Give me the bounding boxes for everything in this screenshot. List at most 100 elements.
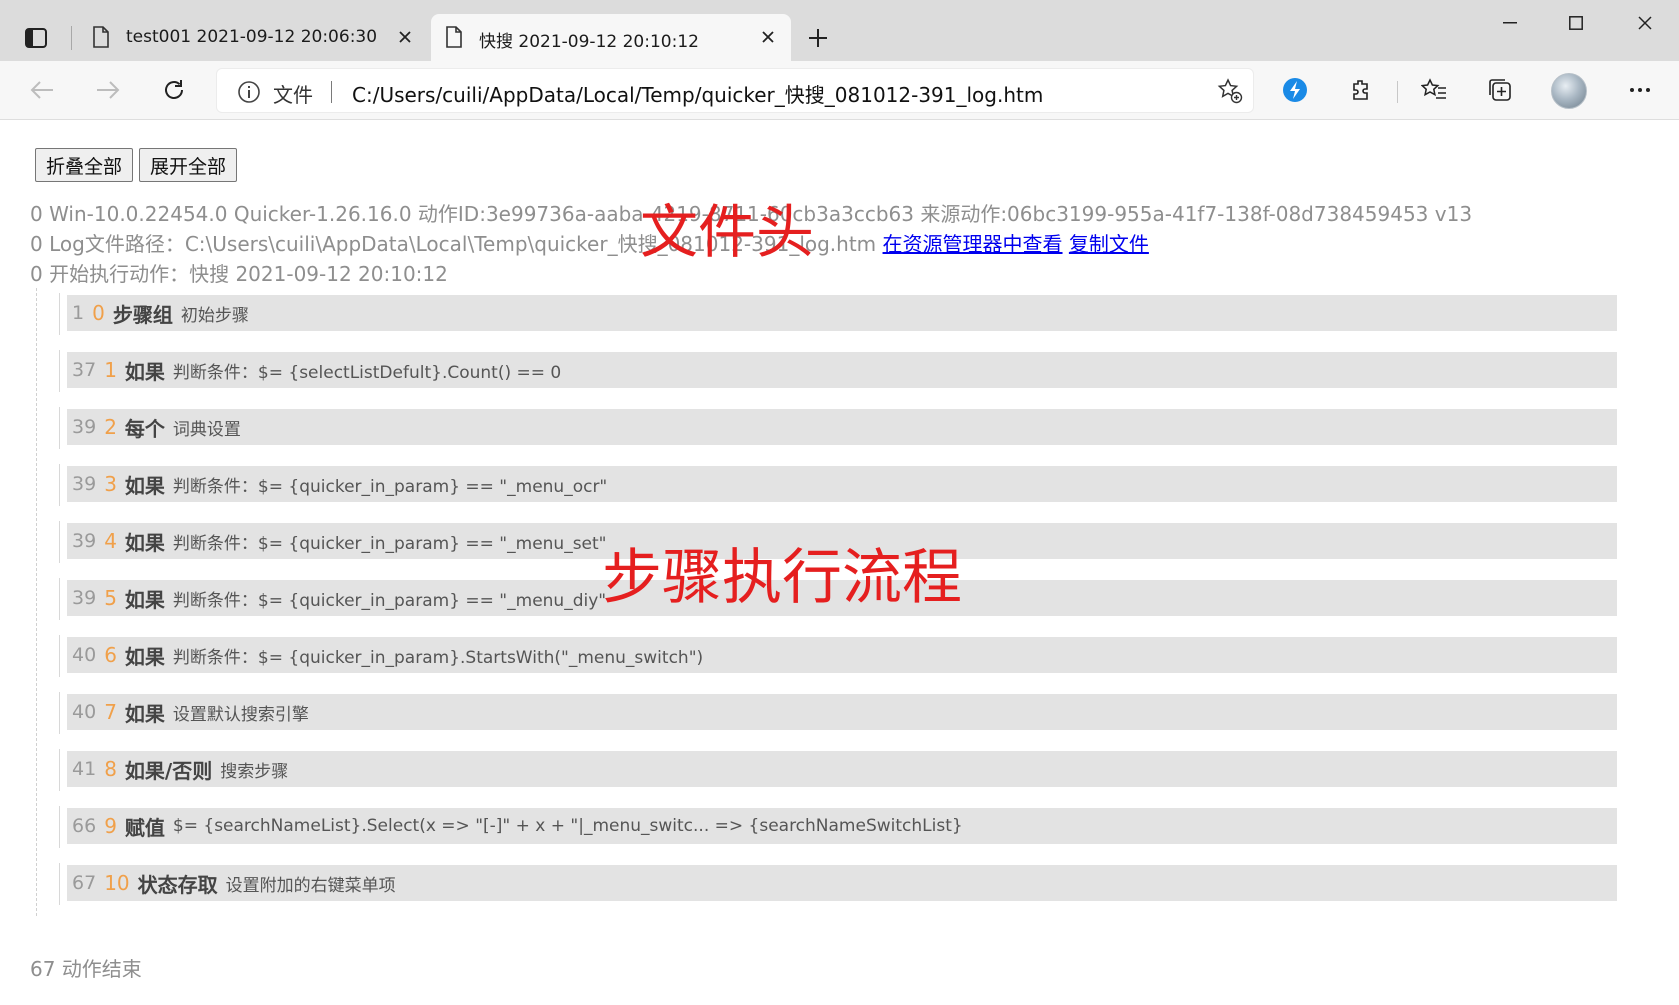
- tab-separator: [71, 26, 72, 50]
- tab-test001[interactable]: test001 2021-09-12 20:06:30: [78, 14, 428, 61]
- back-icon[interactable]: [22, 70, 62, 110]
- step-bar[interactable]: 39 3 如果 判断条件：$= {quicker_in_param} == "_men…: [67, 466, 1617, 502]
- step-index: 1: [104, 358, 117, 382]
- step-bar[interactable]: 67 10 状态存取 设置附加的右键菜单项: [67, 865, 1617, 901]
- step-item[interactable]: 39 3 如果 判断条件：$= {quicker_in_param} == "_men…: [59, 464, 1617, 521]
- close-tab-icon[interactable]: [394, 26, 416, 48]
- step-rail: [59, 464, 60, 506]
- step-item[interactable]: 37 1 如果 判断条件：$= {selectListDefult}.Count() …: [59, 350, 1617, 407]
- step-item[interactable]: 1 0 步骤组 初始步骤: [59, 293, 1617, 350]
- step-line-number: 40: [72, 701, 97, 723]
- step-description: $= {searchNameList}.Select(x => "[-]" + …: [172, 816, 963, 836]
- step-tree-guide: [36, 288, 37, 916]
- copy-file-link[interactable]: 复制文件: [1069, 232, 1149, 256]
- step-type: 如果: [124, 644, 165, 669]
- new-tab-icon[interactable]: [802, 22, 834, 54]
- step-index: 10: [104, 871, 130, 895]
- step-bar[interactable]: 66 9 赋值 $= {searchNameList}.Select(x => "[-…: [67, 808, 1617, 844]
- step-type: 如果: [124, 587, 165, 612]
- action-end-line: 67 动作结束: [30, 953, 142, 982]
- collapse-all-button[interactable]: 折叠全部: [35, 148, 134, 182]
- step-rail: [59, 635, 60, 677]
- tab-actions-icon[interactable]: [14, 20, 58, 56]
- step-type: 每个: [124, 416, 165, 441]
- toolbar-separator: [1397, 81, 1398, 103]
- step-rail: [59, 521, 60, 563]
- annotation-file-header: 文件头: [640, 198, 815, 266]
- address-bar[interactable]: 文件 C:/Users/cuili/AppData/Local/Temp/qui…: [216, 68, 1254, 113]
- browser-toolbar: 文件 C:/Users/cuili/AppData/Local/Temp/qui…: [0, 61, 1679, 120]
- expand-all-button[interactable]: 展开全部: [139, 148, 238, 182]
- page-icon: [445, 26, 463, 52]
- tab-title: 快搜 2021-09-12 20:10:12: [479, 32, 699, 52]
- step-description: 判断条件：$= {quicker_in_param} == "_menu_ocr…: [172, 476, 608, 497]
- step-item[interactable]: 41 8 如果/否则 搜索步骤: [59, 749, 1617, 806]
- step-type: 如果/否则: [124, 758, 213, 783]
- step-index: 6: [104, 643, 117, 667]
- step-description: 搜索步骤: [220, 761, 289, 782]
- step-description: 判断条件：$= {quicker_in_param}.StartsWith("_…: [172, 647, 704, 668]
- step-line-number: 39: [72, 473, 97, 495]
- annotation-step-flow: 步骤执行流程: [602, 543, 962, 613]
- close-tab-icon[interactable]: [757, 26, 779, 48]
- address-scheme-label: 文件: [273, 83, 313, 107]
- minimize-icon[interactable]: [1487, 6, 1533, 40]
- step-index: 4: [104, 529, 117, 553]
- tab-kuaisou[interactable]: 快搜 2021-09-12 20:10:12: [431, 14, 791, 61]
- step-line-number: 1: [72, 302, 85, 324]
- step-type: 如果: [124, 473, 165, 498]
- step-rail: [59, 749, 60, 791]
- profile-avatar[interactable]: [1551, 73, 1587, 109]
- step-index: 9: [104, 814, 117, 838]
- more-menu-icon[interactable]: [1620, 70, 1660, 110]
- footer-text: 动作结束: [61, 957, 142, 981]
- extensions-icon[interactable]: [1341, 70, 1381, 110]
- step-line-number: 41: [72, 758, 97, 780]
- step-index: 8: [104, 757, 117, 781]
- page-icon: [92, 26, 110, 52]
- info-line-number: 0: [30, 232, 43, 256]
- step-bar[interactable]: 40 7 如果 设置默认搜索引擎: [67, 694, 1617, 730]
- step-line-number: 39: [72, 587, 97, 609]
- refresh-icon[interactable]: [154, 70, 194, 110]
- info-line-number: 0: [30, 202, 43, 226]
- step-index: 0: [92, 301, 105, 325]
- step-line-number: 40: [72, 644, 97, 666]
- step-type: 如果: [124, 701, 165, 726]
- favorites-icon[interactable]: [1414, 70, 1454, 110]
- step-type: 状态存取: [137, 872, 218, 897]
- step-bar[interactable]: 40 6 如果 判断条件：$= {quicker_in_param}.StartsWi…: [67, 637, 1617, 673]
- step-item[interactable]: 67 10 状态存取 设置附加的右键菜单项: [59, 863, 1617, 920]
- step-bar[interactable]: 39 2 每个 词典设置: [67, 409, 1617, 445]
- step-rail: [59, 578, 60, 620]
- step-bar[interactable]: 1 0 步骤组 初始步骤: [67, 295, 1617, 331]
- step-rail: [59, 692, 60, 734]
- step-bar[interactable]: 37 1 如果 判断条件：$= {selectListDefult}.Count() …: [67, 352, 1617, 388]
- step-item[interactable]: 40 6 如果 判断条件：$= {quicker_in_param}.StartsWi…: [59, 635, 1617, 692]
- add-favorite-icon[interactable]: [1217, 78, 1243, 108]
- step-item[interactable]: 40 7 如果 设置默认搜索引擎: [59, 692, 1617, 749]
- step-description: 设置附加的右键菜单项: [225, 875, 396, 896]
- step-type: 步骤组: [112, 302, 173, 327]
- step-type: 如果: [124, 530, 165, 555]
- info-line-text: 开始执行动作：快搜 2021-09-12 20:10:12: [49, 262, 448, 286]
- close-window-icon[interactable]: [1622, 6, 1668, 40]
- view-in-explorer-link[interactable]: 在资源管理器中查看: [883, 232, 1063, 256]
- maximize-icon[interactable]: [1553, 6, 1599, 40]
- step-item[interactable]: 39 2 每个 词典设置: [59, 407, 1617, 464]
- step-bar[interactable]: 41 8 如果/否则 搜索步骤: [67, 751, 1617, 787]
- address-url[interactable]: C:/Users/cuili/AppData/Local/Temp/quicke…: [352, 79, 1043, 108]
- quicker-extension-icon[interactable]: [1275, 70, 1315, 110]
- step-line-number: 39: [72, 530, 97, 552]
- collections-icon[interactable]: [1480, 70, 1520, 110]
- step-rail: [59, 806, 60, 848]
- step-index: 5: [104, 586, 117, 610]
- info-icon[interactable]: [237, 80, 261, 108]
- tab-title: test001 2021-09-12 20:06:30: [126, 27, 378, 47]
- forward-icon[interactable]: [88, 70, 128, 110]
- info-line-start: 0 开始执行动作：快搜 2021-09-12 20:10:12: [30, 258, 448, 287]
- page-content: 折叠全部 展开全部 0 Win-10.0.22454.0 Quicker-1.2…: [0, 121, 1679, 1005]
- step-description: 词典设置: [172, 419, 241, 440]
- step-item[interactable]: 66 9 赋值 $= {searchNameList}.Select(x => "[-…: [59, 806, 1617, 863]
- step-type: 如果: [124, 359, 165, 384]
